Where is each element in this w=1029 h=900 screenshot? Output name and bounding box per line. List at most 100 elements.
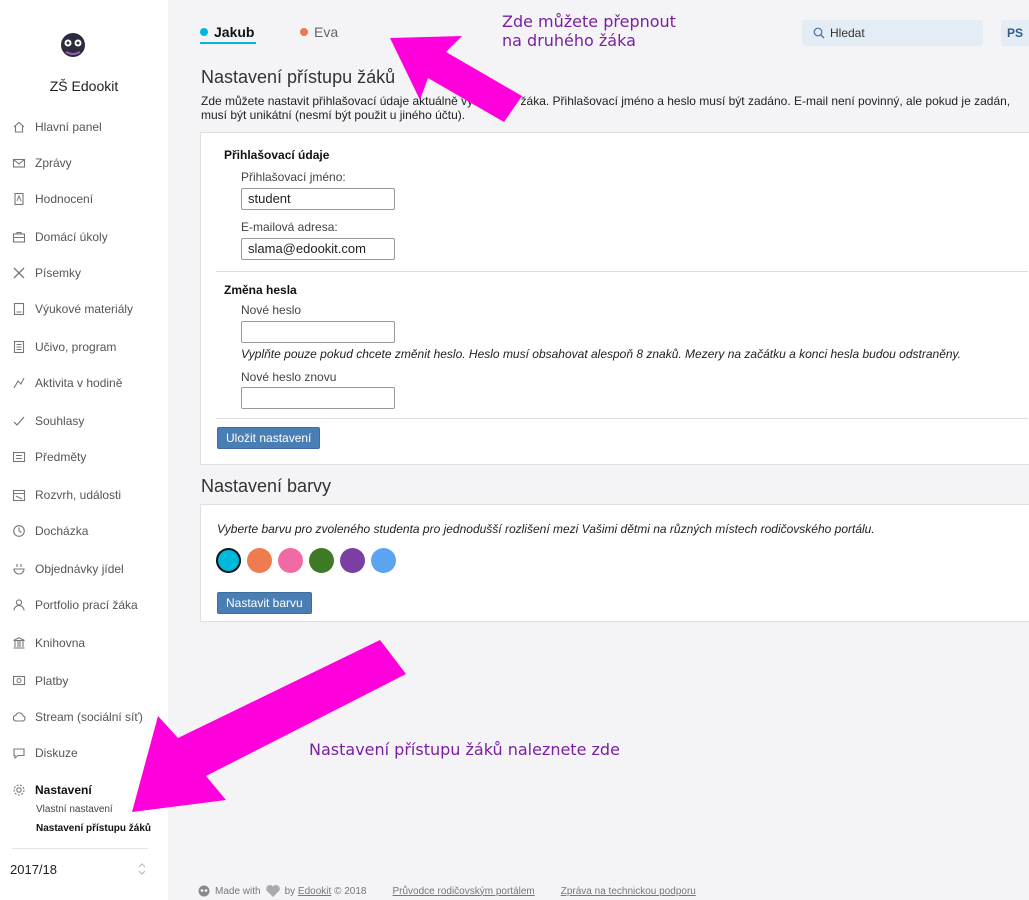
sidebar-item-label: Docházka (35, 524, 89, 538)
color-swatch[interactable] (247, 548, 272, 573)
consent-icon (13, 416, 25, 426)
sidebar-item-label: Diskuze (35, 746, 78, 760)
sidebar-item-exam[interactable]: Písemky (12, 263, 81, 283)
chevron-updown-icon[interactable] (137, 859, 147, 879)
footer-brand-link[interactable]: Edookit (298, 886, 331, 897)
sidebar-item-label: Aktivita v hodině (35, 376, 123, 390)
annotation-line: Zde můžete přepnout (502, 12, 676, 31)
footer-made-with: Made with (215, 885, 261, 897)
clock-icon (13, 525, 25, 537)
sidebar-item-gear[interactable]: Nastavení (12, 780, 92, 800)
sidebar: ZŠ Edookit Hlavní panel Zprávy Hodnocení Do… (0, 0, 168, 900)
calendar-icon (12, 489, 26, 502)
edookit-logo-icon (198, 885, 210, 897)
sidebar-item-homework[interactable]: Domácí úkoly (12, 227, 108, 247)
password-note: Vyplňte pouze pokud chcete změnit heslo.… (241, 347, 961, 361)
set-color-button[interactable]: Nastavit barvu (217, 592, 312, 614)
arrow-to-access-menu (132, 640, 406, 812)
repeat-password-label: Nové heslo znovu (241, 370, 337, 384)
sidebar-item-payment[interactable]: Platby (12, 671, 68, 691)
section-divider (216, 418, 1028, 419)
footer-year: © 2018 (334, 885, 367, 897)
email-label: E-mailová adresa: (241, 220, 338, 234)
sidebar-item-label: Domácí úkoly (35, 230, 108, 244)
sidebar-item-label: Souhlasy (35, 414, 85, 428)
annotation-line: na druhého žáka (502, 31, 636, 50)
meal-icon (13, 564, 25, 575)
sidebar-item-curriculum[interactable]: Učivo, program (12, 337, 116, 357)
materials-icon (13, 302, 25, 316)
search-input[interactable]: Hledat (802, 20, 983, 46)
grade-icon (14, 192, 24, 206)
password-section-title: Změna hesla (224, 283, 297, 297)
sidebar-item-grade[interactable]: Hodnocení (12, 189, 93, 209)
person-icon (13, 599, 25, 611)
sidebar-item-person[interactable]: Portfolio prací žáka (12, 595, 138, 615)
student-tab-jakub[interactable]: Jakub (200, 24, 254, 40)
sidebar-item-library[interactable]: Knihovna (12, 633, 85, 653)
subjects-icon (12, 451, 26, 463)
mail-icon (12, 158, 26, 168)
sidebar-item-label: Nastavení (35, 783, 92, 797)
page-description: Zde můžete nastavit přihlašovací údaje a… (201, 94, 1011, 122)
sidebar-item-calendar[interactable]: Rozvrh, události (12, 485, 121, 505)
color-swatch[interactable] (309, 548, 334, 573)
sidebar-item-label: Portfolio prací žáka (35, 598, 138, 612)
user-avatar[interactable]: PS (1001, 20, 1029, 46)
username-label: Přihlašovací jméno: (241, 170, 346, 184)
new-password-input[interactable] (241, 321, 395, 343)
sidebar-item-label: Výukové materiály (35, 302, 134, 316)
payment-icon (12, 675, 26, 686)
footer-support-link[interactable]: Zpráva na technickou podporu (561, 886, 696, 897)
cloud-icon (12, 712, 26, 722)
annotation-access-location: Nastavení přístupu žáků naleznete zde (309, 740, 620, 759)
school-year-select[interactable]: 2017/18 (10, 862, 57, 877)
sidebar-item-mail[interactable]: Zprávy (12, 153, 72, 173)
section-divider (216, 271, 1028, 272)
sidebar-item-activity[interactable]: Aktivita v hodině (12, 373, 122, 393)
sidebar-item-label: Rozvrh, události (35, 488, 122, 502)
sidebar-item-cloud[interactable]: Stream (sociální síť) (12, 707, 143, 727)
sidebar-item-label: Stream (sociální síť) (35, 710, 143, 724)
sidebar-item-materials[interactable]: Výukové materiály (12, 299, 133, 319)
sidebar-item-subjects[interactable]: Předměty (12, 447, 86, 467)
page-title: Nastavení přístupu žáků (201, 67, 396, 87)
email-input[interactable]: slama@edookit.com (241, 238, 395, 260)
sidebar-item-label: Učivo, program (35, 340, 117, 354)
sidebar-item-label: Předměty (35, 450, 87, 464)
sidebar-item-clock[interactable]: Docházka (12, 521, 88, 541)
color-swatch[interactable] (278, 548, 303, 573)
school-name: ZŠ Edookit (49, 78, 119, 94)
sidebar-item-home[interactable]: Hlavní panel (12, 117, 102, 137)
new-password-label: Nové heslo (241, 303, 302, 317)
footer-guide-link[interactable]: Průvodce rodičovským portálem (392, 886, 534, 897)
search-placeholder: Hledat (830, 26, 865, 40)
student-color-dot (200, 28, 208, 36)
repeat-password-input[interactable] (241, 387, 395, 409)
exam-icon (13, 267, 25, 279)
sidebar-item-label: Objednávky jídel (35, 562, 124, 576)
active-tab-indicator (200, 42, 256, 44)
sidebar-item-label: Knihovna (35, 636, 86, 650)
sidebar-item-label: Platby (35, 674, 69, 688)
sidebar-divider (12, 848, 148, 849)
curriculum-icon (13, 340, 25, 354)
sidebar-subitem-student-access[interactable]: Nastavení přístupu žáků (36, 823, 151, 834)
sidebar-item-consent[interactable]: Souhlasy (12, 411, 84, 431)
username-input[interactable]: student (241, 188, 395, 210)
color-swatch[interactable] (371, 548, 396, 573)
color-section-title: Nastavení barvy (201, 476, 332, 496)
save-settings-button[interactable]: Uložit nastavení (217, 427, 321, 449)
sidebar-item-meal[interactable]: Objednávky jídel (12, 559, 124, 579)
color-swatch[interactable] (216, 548, 241, 573)
color-swatch[interactable] (340, 548, 365, 573)
login-section-title: Přihlašovací údaje (224, 148, 330, 162)
edookit-logo-icon (61, 33, 85, 57)
activity-icon (13, 377, 25, 389)
sidebar-subitem-own-settings[interactable]: Vlastní nastavení (36, 804, 113, 815)
sidebar-item-label: Zprávy (35, 156, 72, 170)
sidebar-item-chat[interactable]: Diskuze (12, 743, 78, 763)
footer-by: by (284, 885, 296, 897)
sidebar-item-label: Hlavní panel (35, 120, 102, 134)
student-tab-eva[interactable]: Eva (300, 24, 338, 40)
